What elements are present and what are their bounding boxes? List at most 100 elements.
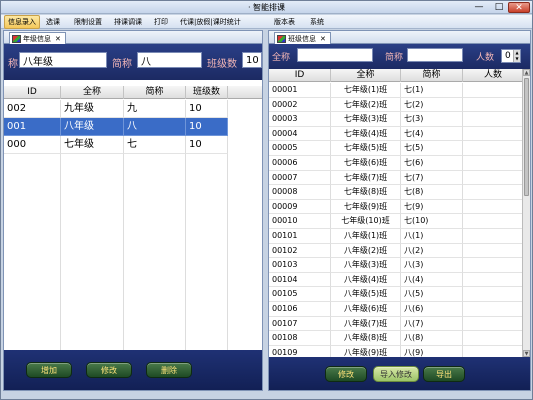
column-header-id[interactable]: ID	[4, 86, 61, 99]
add-button[interactable]: 增加	[26, 362, 72, 378]
menu-info-entry[interactable]: 信息录入	[4, 15, 40, 29]
tab-close-icon[interactable]: ✕	[320, 35, 326, 43]
close-button[interactable]: ✕	[508, 2, 530, 13]
cell-id: 00003	[269, 112, 331, 127]
cell-short-name: 八(9)	[401, 345, 463, 357]
cell-id: 002	[4, 100, 61, 118]
cell-id: 00007	[269, 170, 331, 186]
tab-grade-info[interactable]: 年级信息 ✕	[9, 32, 66, 44]
class-form: 全称 简称 人数 0 ▲ ▼	[269, 44, 530, 69]
table-row[interactable]: 00002 七年级(2)班 七(2)	[269, 97, 530, 113]
table-row[interactable]: 00001 七年级(1)班 七(1)	[269, 83, 530, 98]
scroll-thumb[interactable]	[524, 78, 529, 196]
column-header-full-name[interactable]: 全称	[331, 69, 401, 82]
class-short-name-input[interactable]	[407, 48, 463, 62]
cell-short-name: 八(7)	[401, 316, 463, 332]
table-row[interactable]: 00107 八年级(7)班 八(7)	[269, 316, 530, 332]
table-row[interactable]: 00102 八年级(2)班 八(2)	[269, 243, 530, 259]
scroll-up-icon[interactable]: ▲	[523, 69, 530, 76]
cell-student-count	[463, 141, 524, 156]
column-header-id[interactable]: ID	[269, 69, 331, 82]
table-row[interactable]: 00005 七年级(5)班 七(5)	[269, 141, 530, 156]
menu-scheduling[interactable]: 排课调课	[111, 15, 145, 29]
cell-short-name: 八(1)	[401, 229, 463, 244]
cell-full-name: 八年级(8)班	[331, 331, 401, 346]
student-count-stepper[interactable]: 0 ▲ ▼	[501, 49, 521, 63]
empty-grid-area	[4, 154, 262, 350]
empty-cell	[61, 154, 124, 350]
menu-version-table[interactable]: 版本表	[271, 15, 298, 29]
menu-course-select[interactable]: 选课	[43, 15, 63, 29]
cell-class-count: 10	[186, 100, 228, 118]
cell-class-count: 10	[186, 136, 228, 154]
cell-id: 00006	[269, 156, 331, 171]
stepper-down-icon[interactable]: ▼	[513, 56, 520, 62]
cell-full-name: 七年级(1)班	[331, 83, 401, 98]
table-row-selected[interactable]: 001 八年级 八 10	[4, 118, 262, 136]
maximize-button[interactable]: □	[490, 2, 508, 13]
class-action-bar: 修改 导入修改 导出	[269, 357, 530, 390]
table-row[interactable]: 00104 八年级(4)班 八(4)	[269, 272, 530, 288]
table-row[interactable]: 00009 七年级(9)班 七(9)	[269, 199, 530, 215]
cell-short-name: 七(7)	[401, 170, 463, 186]
delete-button[interactable]: 删除	[146, 362, 192, 378]
class-full-name-input[interactable]	[297, 48, 373, 62]
import-edit-button[interactable]: 导入修改	[373, 366, 419, 382]
tab-label: 班级信息	[288, 34, 316, 43]
tab-close-icon[interactable]: ✕	[55, 35, 61, 43]
minimize-button[interactable]: —	[470, 2, 488, 13]
table-row[interactable]: 00006 七年级(6)班 七(6)	[269, 156, 530, 171]
table-row[interactable]: 00109 八年级(9)班 八(9)	[269, 345, 530, 357]
class-table-scrollbar[interactable]: ▲ ▼	[522, 69, 530, 357]
table-row[interactable]: 00007 七年级(7)班 七(7)	[269, 170, 530, 186]
cell-short-name: 八(8)	[401, 331, 463, 346]
table-row[interactable]: 00103 八年级(3)班 八(3)	[269, 258, 530, 273]
table-row[interactable]: 00105 八年级(5)班 八(5)	[269, 287, 530, 302]
table-row[interactable]: 00101 八年级(1)班 八(1)	[269, 229, 530, 244]
grade-info-panel: 年级信息 ✕ 称 简称 班级数 ID 全称 简称 班级数 002 九年级 九	[3, 30, 263, 391]
table-row[interactable]: 00108 八年级(8)班 八(8)	[269, 331, 530, 346]
column-header-short-name[interactable]: 简称	[124, 86, 186, 99]
short-name-input[interactable]	[137, 52, 202, 68]
short-name-label: 简称	[112, 59, 132, 70]
cell-id: 00108	[269, 331, 331, 346]
table-row[interactable]: 00004 七年级(4)班 七(4)	[269, 126, 530, 142]
student-count-value: 0	[505, 51, 511, 61]
menu-print[interactable]: 打印	[151, 15, 171, 29]
class-count-input[interactable]	[242, 52, 262, 68]
export-button[interactable]: 导出	[423, 366, 465, 382]
column-header-class-count[interactable]: 班级数	[186, 86, 228, 99]
column-header-full-name[interactable]: 全称	[61, 86, 124, 99]
edit-class-button[interactable]: 修改	[325, 366, 367, 382]
table-row[interactable]: 00106 八年级(6)班 八(6)	[269, 302, 530, 317]
tab-class-info[interactable]: 班级信息 ✕	[274, 32, 331, 44]
menu-bar: 信息录入 选课 限制设置 排课调课 打印 代课|放假|课时统计 版本表 系统	[1, 15, 532, 29]
cell-short-name: 七(8)	[401, 185, 463, 200]
table-row[interactable]: 00008 七年级(8)班 七(8)	[269, 185, 530, 200]
menu-system[interactable]: 系统	[307, 15, 327, 29]
menu-restrictions[interactable]: 限制设置	[71, 15, 105, 29]
cell-full-name: 七年级(10)班	[331, 214, 401, 229]
scroll-down-icon[interactable]: ▼	[523, 350, 530, 357]
cell-student-count	[463, 272, 524, 288]
column-header-short-name[interactable]: 简称	[401, 69, 463, 82]
cell-id: 001	[4, 118, 61, 136]
cell-full-name: 七年级(2)班	[331, 97, 401, 113]
cell-id: 00008	[269, 185, 331, 200]
table-row[interactable]: 00010 七年级(10)班 七(10)	[269, 214, 530, 229]
cell-short-name: 八	[124, 118, 186, 136]
column-header-student-count[interactable]: 人数	[463, 69, 524, 82]
cell-student-count	[463, 316, 524, 332]
cell-full-name: 七年级(7)班	[331, 170, 401, 186]
edit-button[interactable]: 修改	[86, 362, 132, 378]
left-tab-strip: 年级信息 ✕	[4, 31, 262, 44]
empty-cell	[186, 154, 228, 350]
cell-short-name: 七(5)	[401, 141, 463, 156]
table-row[interactable]: 00003 七年级(3)班 七(3)	[269, 112, 530, 127]
table-row[interactable]: 000 七年级 七 10	[4, 136, 262, 154]
cell-student-count	[463, 199, 524, 215]
table-row[interactable]: 002 九年级 九 10	[4, 100, 262, 118]
menu-substitute-stats[interactable]: 代课|放假|课时统计	[177, 15, 244, 29]
full-name-input[interactable]	[19, 52, 107, 68]
cell-id: 00105	[269, 287, 331, 302]
